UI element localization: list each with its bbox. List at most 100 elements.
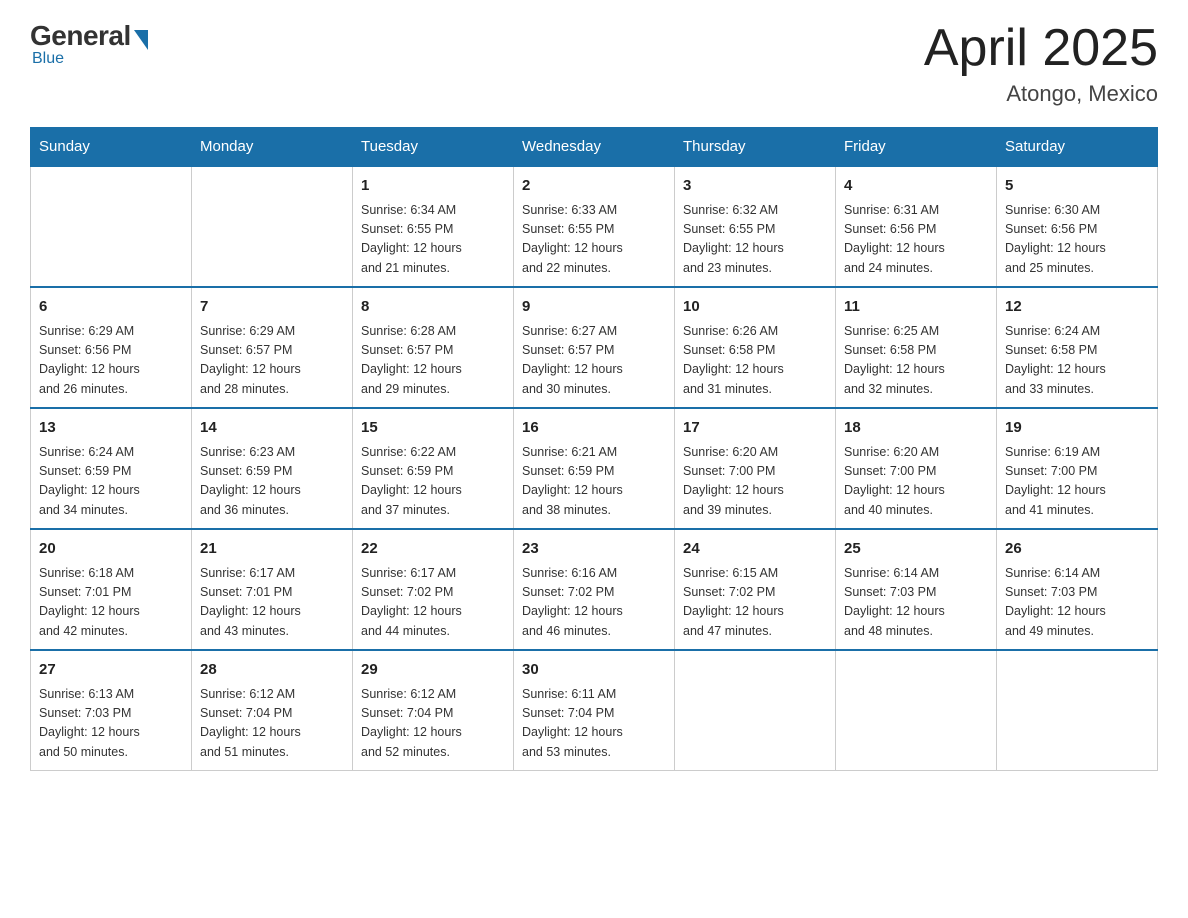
day-number: 10	[683, 296, 827, 319]
calendar-cell: 7 Sunrise: 6:29 AMSunset: 6:57 PMDaylight…	[192, 287, 353, 408]
day-number: 19	[1005, 417, 1149, 440]
day-number: 25	[844, 538, 988, 561]
day-number: 9	[522, 296, 666, 319]
calendar-cell: 29 Sunrise: 6:12 AMSunset: 7:04 PMDayligh…	[353, 650, 514, 771]
day-number: 4	[844, 175, 988, 198]
calendar-cell: 25 Sunrise: 6:14 AMSunset: 7:03 PMDayligh…	[836, 529, 997, 650]
day-info: Sunrise: 6:14 AMSunset: 7:03 PMDaylight:…	[1005, 564, 1149, 642]
calendar-cell: 9 Sunrise: 6:27 AMSunset: 6:57 PMDaylight…	[514, 287, 675, 408]
day-info: Sunrise: 6:34 AMSunset: 6:55 PMDaylight:…	[361, 201, 505, 279]
day-info: Sunrise: 6:20 AMSunset: 7:00 PMDaylight:…	[844, 443, 988, 521]
day-number: 5	[1005, 175, 1149, 198]
calendar-cell: 15Sunrise: 6:22 AMSunset: 6:59 PMDayligh…	[353, 408, 514, 529]
calendar-cell: 5 Sunrise: 6:30 AMSunset: 6:56 PMDaylight…	[997, 166, 1158, 287]
calendar-title: April 2025	[924, 20, 1158, 77]
day-info: Sunrise: 6:12 AMSunset: 7:04 PMDaylight:…	[200, 685, 344, 763]
day-info: Sunrise: 6:18 AMSunset: 7:01 PMDaylight:…	[39, 564, 183, 642]
day-info: Sunrise: 6:17 AMSunset: 7:02 PMDaylight:…	[361, 564, 505, 642]
day-info: Sunrise: 6:13 AMSunset: 7:03 PMDaylight:…	[39, 685, 183, 763]
header-wednesday: Wednesday	[514, 128, 675, 167]
calendar-cell	[997, 650, 1158, 771]
day-number: 29	[361, 659, 505, 682]
calendar-cell: 11Sunrise: 6:25 AMSunset: 6:58 PMDayligh…	[836, 287, 997, 408]
day-info: Sunrise: 6:33 AMSunset: 6:55 PMDaylight:…	[522, 201, 666, 279]
day-info: Sunrise: 6:32 AMSunset: 6:55 PMDaylight:…	[683, 201, 827, 279]
page-header: General Blue April 2025 Atongo, Mexico	[30, 20, 1158, 107]
day-info: Sunrise: 6:24 AMSunset: 6:58 PMDaylight:…	[1005, 322, 1149, 400]
calendar-cell: 19 Sunrise: 6:19 AMSunset: 7:00 PMDayligh…	[997, 408, 1158, 529]
day-number: 2	[522, 175, 666, 198]
day-number: 1	[361, 175, 505, 198]
header-saturday: Saturday	[997, 128, 1158, 167]
day-number: 23	[522, 538, 666, 561]
day-info: Sunrise: 6:24 AMSunset: 6:59 PMDaylight:…	[39, 443, 183, 521]
calendar-location: Atongo, Mexico	[924, 81, 1158, 107]
calendar-cell	[192, 166, 353, 287]
day-number: 16	[522, 417, 666, 440]
day-number: 11	[844, 296, 988, 319]
day-number: 24	[683, 538, 827, 561]
calendar-cell: 12 Sunrise: 6:24 AMSunset: 6:58 PMDayligh…	[997, 287, 1158, 408]
day-info: Sunrise: 6:12 AMSunset: 7:04 PMDaylight:…	[361, 685, 505, 763]
calendar-header-row: SundayMondayTuesdayWednesdayThursdayFrid…	[31, 128, 1158, 167]
header-friday: Friday	[836, 128, 997, 167]
calendar-cell: 28Sunrise: 6:12 AMSunset: 7:04 PMDayligh…	[192, 650, 353, 771]
day-number: 14	[200, 417, 344, 440]
logo-arrow-icon	[134, 30, 148, 50]
day-number: 12	[1005, 296, 1149, 319]
title-block: April 2025 Atongo, Mexico	[924, 20, 1158, 107]
calendar-cell: 6 Sunrise: 6:29 AMSunset: 6:56 PMDaylight…	[31, 287, 192, 408]
calendar-cell: 26 Sunrise: 6:14 AMSunset: 7:03 PMDayligh…	[997, 529, 1158, 650]
calendar-week-1: 1 Sunrise: 6:34 AMSunset: 6:55 PMDaylight…	[31, 166, 1158, 287]
day-info: Sunrise: 6:29 AMSunset: 6:57 PMDaylight:…	[200, 322, 344, 400]
calendar-cell: 23 Sunrise: 6:16 AMSunset: 7:02 PMDayligh…	[514, 529, 675, 650]
calendar-week-2: 6 Sunrise: 6:29 AMSunset: 6:56 PMDaylight…	[31, 287, 1158, 408]
day-info: Sunrise: 6:21 AMSunset: 6:59 PMDaylight:…	[522, 443, 666, 521]
day-number: 13	[39, 417, 183, 440]
day-number: 3	[683, 175, 827, 198]
day-info: Sunrise: 6:28 AMSunset: 6:57 PMDaylight:…	[361, 322, 505, 400]
day-info: Sunrise: 6:23 AMSunset: 6:59 PMDaylight:…	[200, 443, 344, 521]
calendar-cell: 18 Sunrise: 6:20 AMSunset: 7:00 PMDayligh…	[836, 408, 997, 529]
calendar-cell: 4 Sunrise: 6:31 AMSunset: 6:56 PMDaylight…	[836, 166, 997, 287]
day-number: 7	[200, 296, 344, 319]
day-number: 30	[522, 659, 666, 682]
day-info: Sunrise: 6:26 AMSunset: 6:58 PMDaylight:…	[683, 322, 827, 400]
calendar-cell: 16 Sunrise: 6:21 AMSunset: 6:59 PMDayligh…	[514, 408, 675, 529]
calendar-cell: 17Sunrise: 6:20 AMSunset: 7:00 PMDayligh…	[675, 408, 836, 529]
day-info: Sunrise: 6:19 AMSunset: 7:00 PMDaylight:…	[1005, 443, 1149, 521]
day-info: Sunrise: 6:27 AMSunset: 6:57 PMDaylight:…	[522, 322, 666, 400]
day-info: Sunrise: 6:17 AMSunset: 7:01 PMDaylight:…	[200, 564, 344, 642]
logo-blue-text: Blue	[32, 50, 64, 68]
calendar-cell: 1 Sunrise: 6:34 AMSunset: 6:55 PMDaylight…	[353, 166, 514, 287]
calendar-week-5: 27Sunrise: 6:13 AMSunset: 7:03 PMDayligh…	[31, 650, 1158, 771]
calendar-cell: 14 Sunrise: 6:23 AMSunset: 6:59 PMDayligh…	[192, 408, 353, 529]
day-info: Sunrise: 6:14 AMSunset: 7:03 PMDaylight:…	[844, 564, 988, 642]
calendar-cell: 13 Sunrise: 6:24 AMSunset: 6:59 PMDayligh…	[31, 408, 192, 529]
day-info: Sunrise: 6:29 AMSunset: 6:56 PMDaylight:…	[39, 322, 183, 400]
day-number: 8	[361, 296, 505, 319]
calendar-cell: 3 Sunrise: 6:32 AMSunset: 6:55 PMDaylight…	[675, 166, 836, 287]
day-number: 21	[200, 538, 344, 561]
calendar-cell: 8 Sunrise: 6:28 AMSunset: 6:57 PMDaylight…	[353, 287, 514, 408]
day-info: Sunrise: 6:15 AMSunset: 7:02 PMDaylight:…	[683, 564, 827, 642]
day-info: Sunrise: 6:11 AMSunset: 7:04 PMDaylight:…	[522, 685, 666, 763]
calendar-cell: 21 Sunrise: 6:17 AMSunset: 7:01 PMDayligh…	[192, 529, 353, 650]
day-info: Sunrise: 6:30 AMSunset: 6:56 PMDaylight:…	[1005, 201, 1149, 279]
calendar-cell	[675, 650, 836, 771]
calendar-cell	[31, 166, 192, 287]
day-info: Sunrise: 6:20 AMSunset: 7:00 PMDaylight:…	[683, 443, 827, 521]
header-tuesday: Tuesday	[353, 128, 514, 167]
day-number: 20	[39, 538, 183, 561]
calendar-table: SundayMondayTuesdayWednesdayThursdayFrid…	[30, 127, 1158, 771]
day-number: 18	[844, 417, 988, 440]
calendar-cell: 27Sunrise: 6:13 AMSunset: 7:03 PMDayligh…	[31, 650, 192, 771]
calendar-cell	[836, 650, 997, 771]
day-info: Sunrise: 6:31 AMSunset: 6:56 PMDaylight:…	[844, 201, 988, 279]
day-number: 6	[39, 296, 183, 319]
day-number: 15	[361, 417, 505, 440]
day-info: Sunrise: 6:16 AMSunset: 7:02 PMDaylight:…	[522, 564, 666, 642]
calendar-week-3: 13 Sunrise: 6:24 AMSunset: 6:59 PMDayligh…	[31, 408, 1158, 529]
logo-general-text: General	[30, 20, 131, 52]
day-number: 26	[1005, 538, 1149, 561]
